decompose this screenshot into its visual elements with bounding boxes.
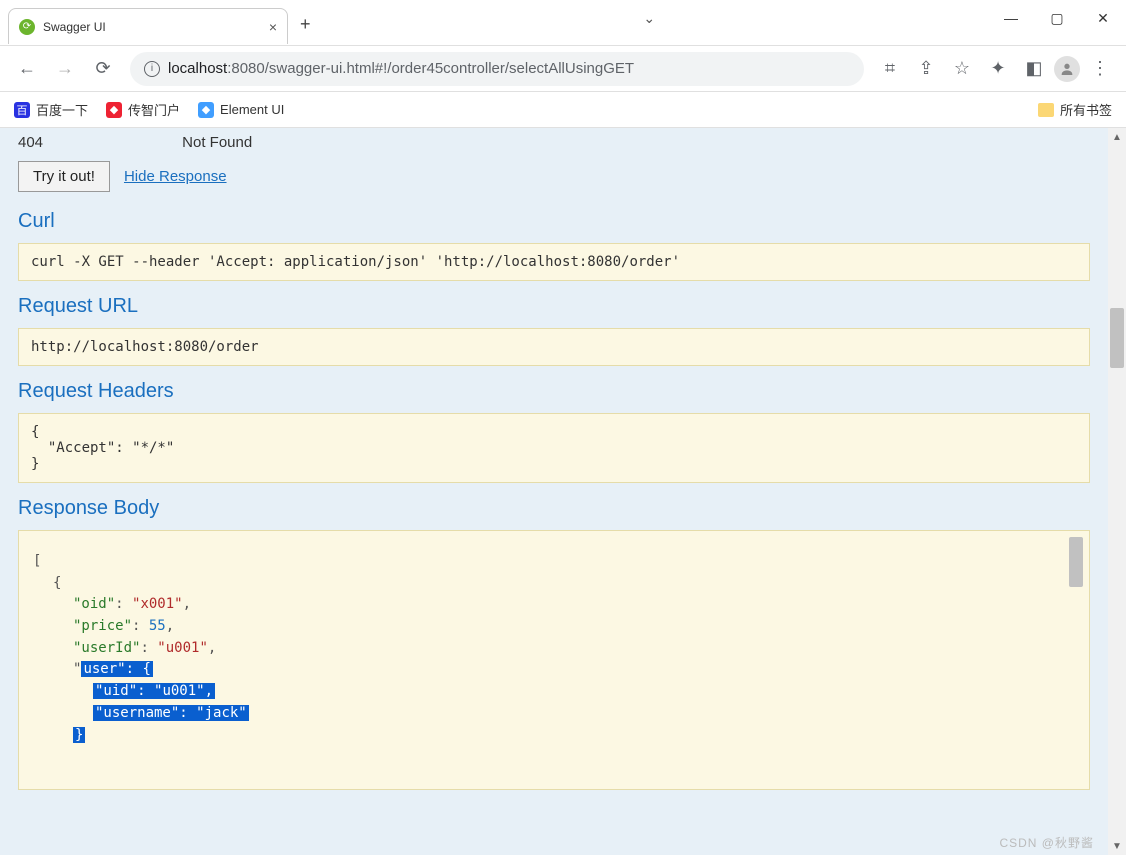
swagger-page: 404 Not Found Try it out! Hide Response …	[0, 128, 1108, 855]
page-scrollbar[interactable]: ▲ ▼	[1108, 128, 1126, 855]
element-icon: ◆	[198, 102, 214, 118]
curl-box[interactable]: curl -X GET --header 'Accept: applicatio…	[18, 243, 1090, 281]
scroll-thumb[interactable]	[1110, 308, 1124, 368]
scroll-thumb[interactable]	[1069, 537, 1083, 587]
csdn-watermark: CSDN @秋野酱	[999, 834, 1094, 851]
reload-button[interactable]: ⟳	[86, 52, 120, 86]
close-window-button[interactable]: ✕	[1080, 0, 1126, 36]
request-headers-box[interactable]: { "Accept": "*/*" }	[18, 413, 1090, 483]
bookmark-chuanzhi[interactable]: ◆ 传智门户	[106, 100, 180, 119]
tab-title: Swagger UI	[43, 20, 261, 34]
bookmark-baidu[interactable]: 百 百度一下	[14, 100, 88, 119]
bookmark-label: Element UI	[220, 102, 284, 117]
response-body-scrollbar[interactable]	[1069, 537, 1083, 783]
request-headers-heading: Request Headers	[18, 380, 1090, 403]
try-row: Try it out! Hide Response	[18, 161, 1090, 192]
window-titlebar: ⟳ Swagger UI × + ⌄ — ▢ ✕	[0, 0, 1126, 46]
browser-toolbar: ← → ⟳ i localhost:8080/swagger-ui.html#!…	[0, 46, 1126, 92]
baidu-icon: 百	[14, 102, 30, 118]
bookmark-element-ui[interactable]: ◆ Element UI	[198, 102, 284, 118]
bookmark-label: 传智门户	[128, 100, 180, 119]
chuanzhi-icon: ◆	[106, 102, 122, 118]
address-bar[interactable]: i localhost:8080/swagger-ui.html#!/order…	[130, 52, 864, 86]
forward-button: →	[48, 52, 82, 86]
back-button[interactable]: ←	[10, 52, 44, 86]
minimize-button[interactable]: —	[988, 0, 1034, 36]
selected-json: "username": "jack"	[93, 705, 249, 721]
swagger-favicon: ⟳	[19, 19, 35, 35]
browser-tab[interactable]: ⟳ Swagger UI ×	[8, 8, 288, 44]
bookmark-all-folder[interactable]: 所有书签	[1038, 100, 1112, 119]
try-it-out-button[interactable]: Try it out!	[18, 161, 110, 192]
menu-icon[interactable]: ⋮	[1084, 53, 1116, 85]
hide-response-link[interactable]: Hide Response	[124, 168, 227, 185]
selected-json: user": {	[81, 661, 152, 677]
scroll-down-icon[interactable]: ▼	[1108, 837, 1126, 855]
response-body-box[interactable]: [ { "oid": "x001", "price": 55, "userId"…	[18, 530, 1090, 790]
close-tab-icon[interactable]: ×	[269, 19, 277, 35]
response-status-row: 404 Not Found	[18, 128, 1090, 157]
selected-json: }	[73, 727, 85, 743]
selected-json: "uid": "u001",	[93, 683, 215, 699]
request-url-heading: Request URL	[18, 295, 1090, 318]
bookmark-label: 百度一下	[36, 100, 88, 119]
share-icon[interactable]: ⇪	[910, 53, 942, 85]
page-viewport: 404 Not Found Try it out! Hide Response …	[0, 128, 1126, 855]
bookmarks-bar: 百 百度一下 ◆ 传智门户 ◆ Element UI 所有书签	[0, 92, 1126, 128]
response-body-heading: Response Body	[18, 497, 1090, 520]
profile-avatar[interactable]	[1054, 56, 1080, 82]
status-text: Not Found	[182, 134, 252, 151]
translate-icon[interactable]: ⌗	[874, 53, 906, 85]
request-url-box[interactable]: http://localhost:8080/order	[18, 328, 1090, 366]
new-tab-button[interactable]: +	[300, 14, 311, 35]
sidepanel-icon[interactable]: ◧	[1018, 53, 1050, 85]
window-controls: — ▢ ✕	[988, 0, 1126, 36]
site-info-icon[interactable]: i	[144, 61, 160, 77]
scroll-up-icon[interactable]: ▲	[1108, 128, 1126, 146]
bookmark-label: 所有书签	[1060, 100, 1112, 119]
url-text: localhost:8080/swagger-ui.html#!/order45…	[168, 60, 634, 77]
bookmark-star-icon[interactable]: ☆	[946, 53, 978, 85]
extensions-icon[interactable]: ✦	[982, 53, 1014, 85]
status-code: 404	[18, 134, 178, 151]
response-json: [ { "oid": "x001", "price": 55, "userId"…	[33, 551, 1075, 746]
folder-icon	[1038, 103, 1054, 117]
curl-heading: Curl	[18, 210, 1090, 233]
tab-overflow-icon[interactable]: ⌄	[626, 0, 672, 36]
maximize-button[interactable]: ▢	[1034, 0, 1080, 36]
